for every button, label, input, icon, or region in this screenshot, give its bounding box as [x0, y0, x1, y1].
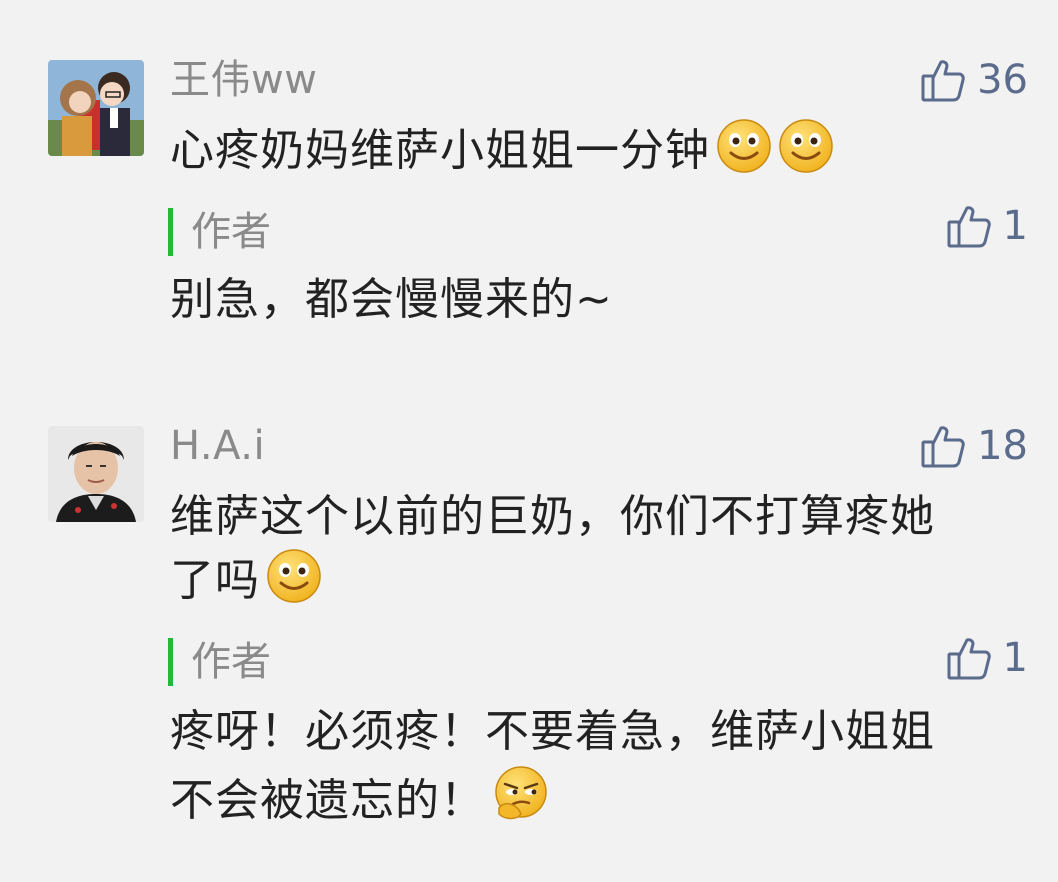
reply-like-button[interactable]: 1 — [945, 634, 1028, 682]
like-count: 36 — [977, 57, 1028, 103]
like-count: 1 — [1002, 635, 1028, 681]
reply-text-content: 不会被遗忘的！ — [170, 775, 485, 826]
avatar[interactable] — [48, 60, 144, 156]
reply-text-line: 不会被遗忘的！ — [170, 764, 1010, 842]
smile-emoji-icon — [266, 548, 322, 621]
reply-text-line: 疼呀！必须疼！不要着急，维萨小姐姐 — [170, 706, 935, 757]
like-count: 18 — [977, 423, 1028, 469]
like-count: 1 — [1002, 203, 1028, 249]
reply-text: 疼呀！必须疼！不要着急，维萨小姐姐 不会被遗忘的！ — [170, 700, 1010, 842]
smirk-emoji-icon — [491, 764, 551, 842]
avatar[interactable] — [48, 426, 144, 522]
thumbs-up-icon — [919, 56, 967, 104]
author-reply-label: 作者 — [168, 208, 271, 256]
thumbs-up-icon — [919, 422, 967, 470]
thumbs-up-icon — [945, 634, 993, 682]
comment-text-line: 维萨这个以前的巨奶，你们不打算疼她 — [170, 491, 935, 542]
comment-text-content: 心疼奶妈维萨小姐姐一分钟 — [170, 125, 710, 176]
comment-text-line: 了吗 — [170, 548, 1010, 621]
reply-text: 别急，都会慢慢来的~ — [170, 274, 613, 325]
comment-text-content: 了吗 — [170, 555, 260, 606]
smile-emoji-icon — [778, 118, 834, 191]
like-button[interactable]: 18 — [919, 422, 1028, 470]
comment-text: 维萨这个以前的巨奶，你们不打算疼她 了吗 — [170, 486, 1010, 621]
reply-like-button[interactable]: 1 — [945, 202, 1028, 250]
username[interactable]: H.A.i — [170, 422, 265, 470]
smile-emoji-icon — [716, 118, 772, 191]
comment-text: 心疼奶妈维萨小姐姐一分钟 — [170, 118, 1010, 191]
thumbs-up-icon — [945, 202, 993, 250]
author-reply-label: 作者 — [168, 638, 271, 686]
like-button[interactable]: 36 — [919, 56, 1028, 104]
username[interactable]: 王伟ww — [170, 56, 317, 104]
